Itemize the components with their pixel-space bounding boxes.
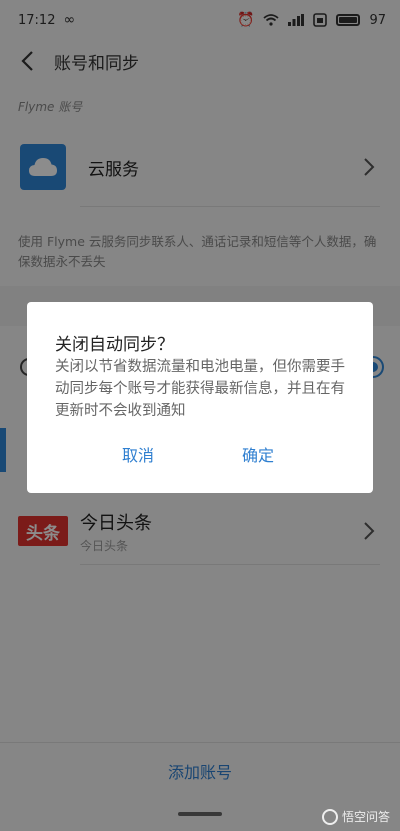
cancel-button[interactable]: 取消 <box>122 442 154 466</box>
confirm-button[interactable]: 确定 <box>242 442 274 466</box>
watermark: 悟空问答 <box>321 808 390 825</box>
turn-off-sync-dialog: 关闭自动同步？ 关闭以节省数据流量和电池电量，但你需要手动同步每个账号才能获得最… <box>27 302 373 493</box>
watermark-text: 悟空问答 <box>341 810 390 824</box>
dialog-title: 关闭自动同步？ <box>55 335 174 355</box>
watermark-icon <box>321 808 338 825</box>
dialog-message: 关闭以节省数据流量和电池电量，但你需要手动同步每个账号才能获得最新信息，并且在有… <box>55 359 345 419</box>
